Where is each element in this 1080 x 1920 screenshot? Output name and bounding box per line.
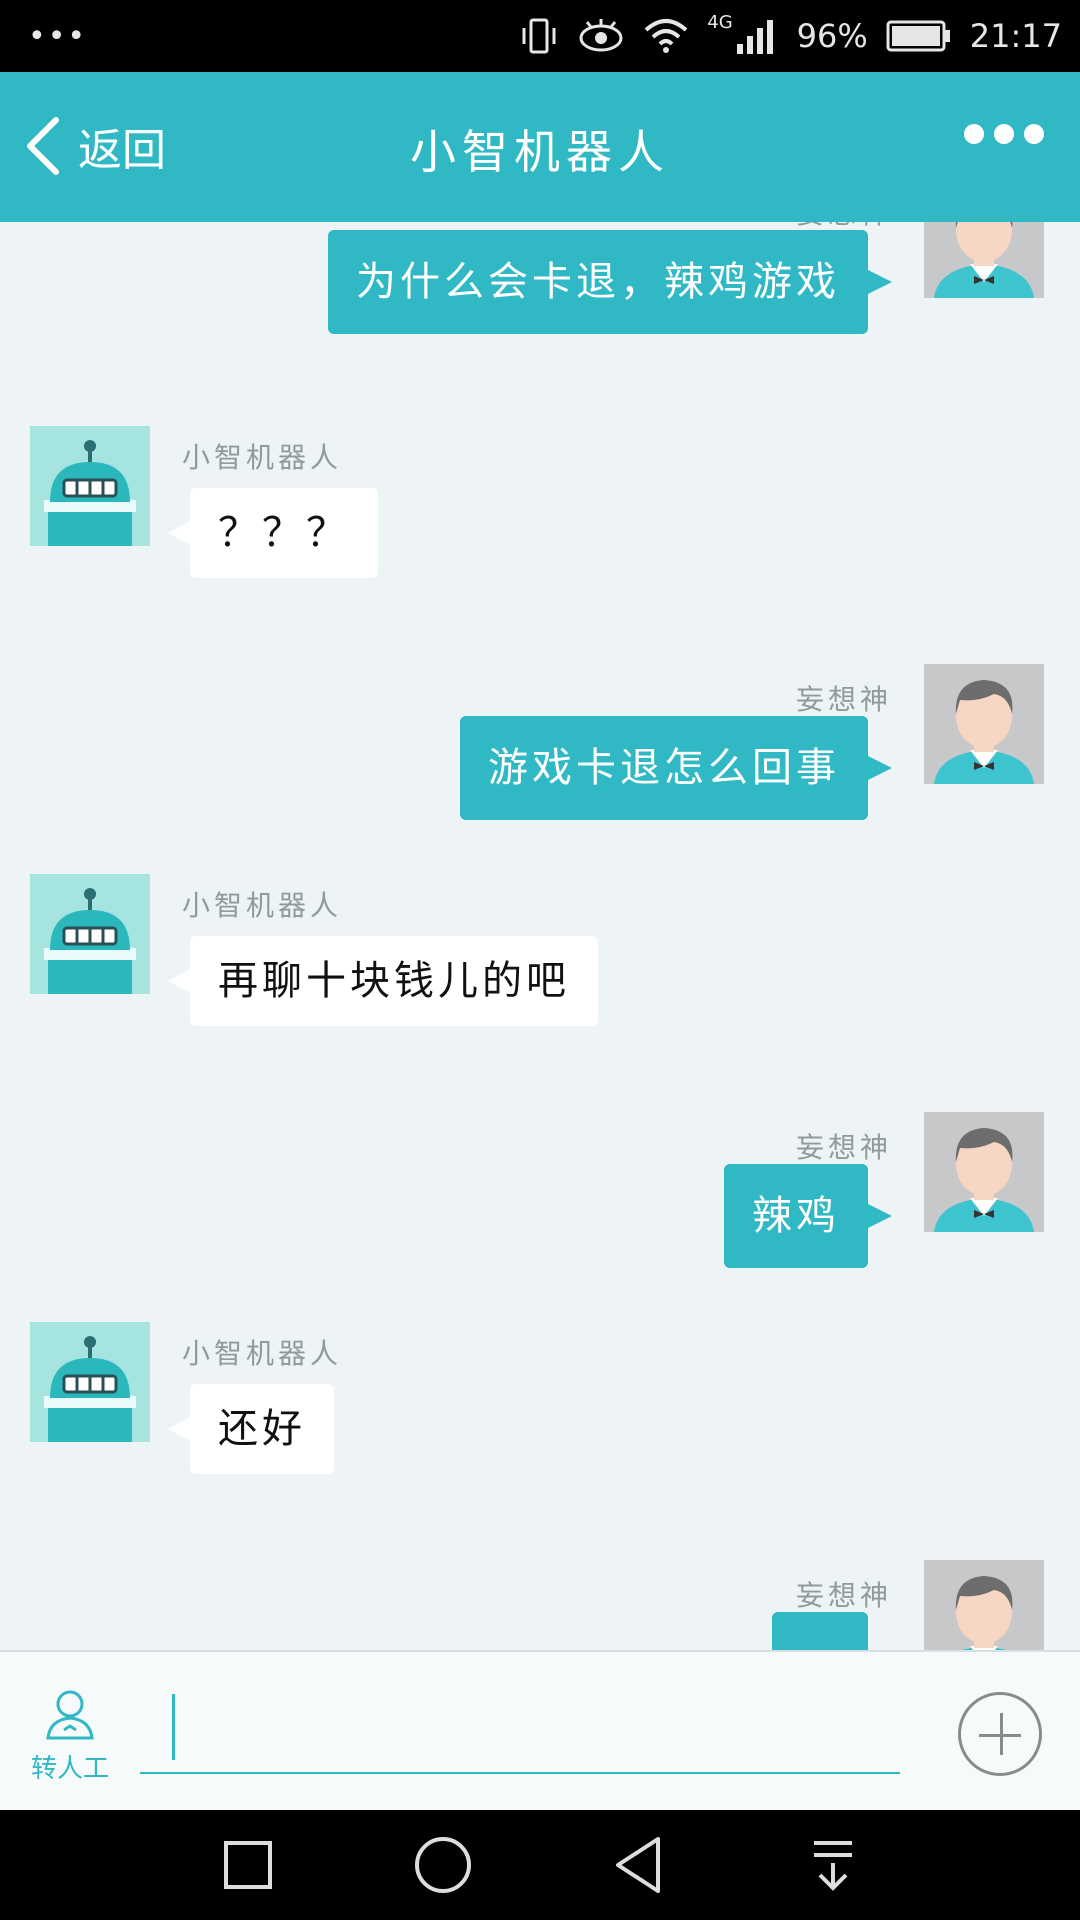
circle-icon [414,1837,471,1893]
chat-list[interactable]: 妄想神 为什么会卡退，辣鸡游戏 小智机器人 ？？？ 妄想神 游戏卡退怎么回事 小… [0,222,1080,1650]
network-type: 4G [707,11,733,33]
signal-icon [736,20,773,54]
message-bubble[interactable]: 还好 [168,1384,334,1474]
square-icon [223,1841,272,1889]
user-avatar[interactable] [924,1112,1044,1232]
wifi-icon [644,19,688,53]
notification-pulldown-button[interactable] [793,1825,873,1905]
message-bubble[interactable] [772,1612,868,1650]
sender-name: 小智机器人 [182,1337,343,1370]
triangle-back-icon [615,1837,660,1893]
notification-dots-icon: ••• [28,18,88,54]
person-icon [46,1690,94,1740]
user-avatar-icon [924,1560,1044,1650]
status-icons: 4G 96% 21:17 [519,12,1062,56]
more-icon[interactable] [964,124,1044,144]
bot-avatar[interactable] [30,426,150,546]
user-avatar[interactable] [924,222,1044,298]
pulldown-icon [813,1841,852,1891]
back-nav-button[interactable] [598,1825,678,1905]
message-bubble[interactable]: 再聊十块钱儿的吧 [168,936,598,1026]
user-avatar-icon [924,222,1044,298]
user-avatar[interactable] [924,664,1044,784]
user-avatar-icon [924,664,1044,784]
vibrate-icon [522,18,556,54]
text-cursor [172,1694,175,1760]
message-bubble[interactable]: 辣鸡 [724,1164,892,1268]
message-input[interactable] [140,1690,900,1774]
transfer-to-human-label: 转人工 [30,1754,109,1784]
more-dot [994,124,1014,144]
message-bubble[interactable]: ？？？ [168,488,378,578]
more-dot [1024,124,1044,144]
plus-circle-icon[interactable] [958,1692,1042,1776]
battery-icon [886,20,950,52]
transfer-to-human-button[interactable]: 转人工 [22,1686,118,1785]
app-header: 返回 小智机器人 [0,72,1080,222]
eye-comfort-icon [579,19,623,52]
user-avatar[interactable] [924,1560,1044,1650]
system-nav-bar [0,1810,1080,1920]
message-bubble[interactable]: 为什么会卡退，辣鸡游戏 [328,230,892,334]
user-avatar-icon [924,1112,1044,1232]
robot-avatar-icon [30,1322,150,1442]
bot-avatar[interactable] [30,874,150,994]
bot-avatar[interactable] [30,1322,150,1442]
sender-name: 妄想神 [795,1579,892,1612]
clock: 21:17 [969,17,1062,55]
message-bubble[interactable]: 游戏卡退怎么回事 [460,716,892,820]
recent-apps-button[interactable] [208,1825,288,1905]
home-button[interactable] [403,1825,483,1905]
robot-avatar-icon [30,426,150,546]
sender-name: 小智机器人 [182,441,343,474]
more-dot [964,124,984,144]
page-title: 小智机器人 [410,125,670,179]
sender-name: 小智机器人 [182,889,343,922]
input-bar: 转人工 [0,1650,1080,1810]
robot-avatar-icon [30,874,150,994]
status-bar: ••• 4G 96% 21:17 [0,0,1080,72]
battery-percent: 96% [796,17,868,55]
sender-name: 妄想神 [795,1131,892,1164]
sender-name: 妄想神 [795,683,892,716]
